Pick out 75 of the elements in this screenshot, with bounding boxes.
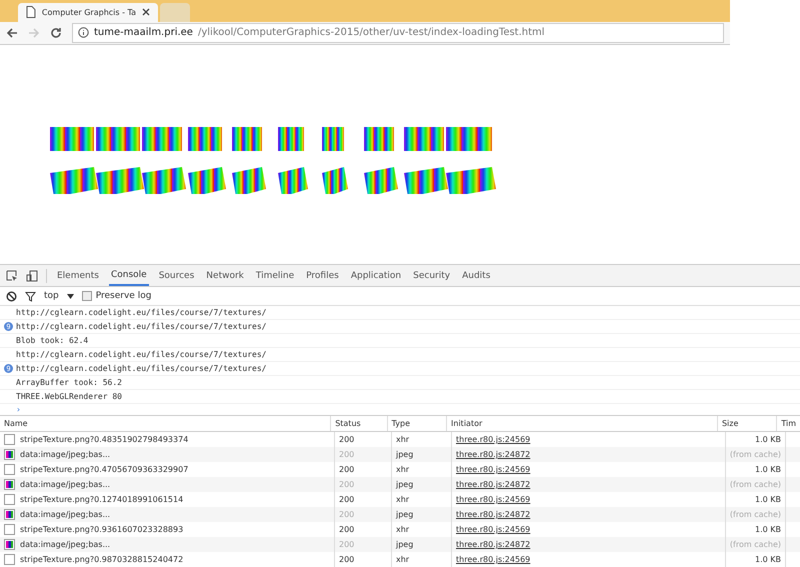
- table-cell: stripeTexture.png?0.48351902798493374: [20, 435, 188, 444]
- inspect-icon[interactable]: [6, 270, 18, 282]
- initiator-link[interactable]: three.r80.js:24569: [456, 435, 530, 444]
- console-message: http://cglearn.codelight.eu/files/course/7/textures/: [16, 322, 266, 332]
- file-icon: [4, 524, 15, 536]
- devtools-tab[interactable]: Timeline: [254, 266, 296, 285]
- table-cell: jpeg: [392, 477, 452, 492]
- table-cell: data:image/jpeg;bas...: [20, 540, 110, 550]
- column-header[interactable]: Size: [718, 416, 778, 432]
- initiator-link[interactable]: three.r80.js:24569: [456, 495, 530, 504]
- initiator-link[interactable]: three.r80.js:24872: [456, 450, 530, 460]
- table-cell: jpeg: [392, 507, 452, 522]
- table-cell: 200: [335, 477, 392, 492]
- table-cell: xhr: [392, 552, 452, 567]
- devtools-tab[interactable]: Security: [411, 266, 452, 285]
- table-cell: stripeTexture.png?0.47056709363329907: [20, 465, 188, 474]
- column-header[interactable]: Type: [388, 416, 448, 432]
- table-cell: data:image/jpeg;bas...: [20, 480, 110, 490]
- devtools-tab[interactable]: Sources: [156, 266, 196, 285]
- table-cell: 1.0 KB: [726, 552, 786, 567]
- close-icon[interactable]: [142, 8, 150, 16]
- devtools-tab[interactable]: Profiles: [304, 266, 341, 285]
- column-header[interactable]: Name: [0, 416, 332, 432]
- table-cell: 200: [335, 552, 392, 567]
- console-message: Blob took: 62.4: [16, 336, 88, 346]
- table-cell: 200: [335, 507, 392, 522]
- table-cell: stripeTexture.png?0.9361607023328893: [20, 525, 184, 534]
- table-cell: 200: [335, 537, 392, 552]
- reload-icon[interactable]: [50, 26, 62, 39]
- table-cell: stripeTexture.png?0.9870328815240472: [20, 555, 184, 564]
- file-icon: [4, 464, 15, 476]
- table-cell: (from cache): [726, 447, 786, 462]
- initiator-link[interactable]: three.r80.js:24872: [456, 510, 530, 520]
- column-header[interactable]: Status: [331, 416, 388, 432]
- back-icon[interactable]: [6, 26, 18, 39]
- console-prompt[interactable]: ›: [16, 405, 21, 414]
- table-cell: jpeg: [392, 447, 452, 462]
- console-message: http://cglearn.codelight.eu/files/course/7/textures/: [16, 308, 266, 318]
- browser-tab[interactable]: Computer Graphcis - Ta: [18, 2, 158, 22]
- initiator-link[interactable]: three.r80.js:24872: [456, 540, 530, 550]
- info-icon: [78, 27, 89, 38]
- devtools-tab[interactable]: Elements: [55, 266, 101, 285]
- devtools-tab[interactable]: Application: [348, 266, 404, 285]
- table-cell: data:image/jpeg;bas...: [20, 510, 110, 520]
- table-cell: data:image/jpeg;bas...: [20, 450, 110, 460]
- table-cell: (from cache): [726, 537, 786, 552]
- console-message: THREE.WebGLRenderer 80: [16, 392, 122, 402]
- file-icon: [4, 494, 15, 506]
- column-header[interactable]: Initiator: [447, 416, 718, 432]
- file-icon: [4, 434, 15, 446]
- table-cell: (from cache): [726, 477, 786, 492]
- table-cell: stripeTexture.png?0.1274018991061514: [20, 495, 184, 504]
- page-icon: [26, 6, 36, 18]
- table-cell: (from cache): [726, 507, 786, 522]
- devtools-tab[interactable]: Console: [108, 266, 149, 286]
- checkbox[interactable]: [82, 291, 92, 302]
- filter-icon[interactable]: [25, 290, 36, 302]
- initiator-link[interactable]: three.r80.js:24569: [456, 555, 530, 564]
- device-icon[interactable]: [26, 270, 38, 282]
- console-message: ArrayBuffer took: 56.2: [16, 378, 122, 388]
- console-message: http://cglearn.codelight.eu/files/course/7/textures/: [16, 364, 266, 374]
- checkbox-label: Preserve log: [96, 291, 152, 302]
- context-selector[interactable]: top: [44, 291, 59, 302]
- devtools-tab[interactable]: Network: [204, 266, 246, 285]
- table-cell: jpeg: [392, 537, 452, 552]
- column-header[interactable]: Tim: [777, 416, 800, 432]
- initiator-link[interactable]: three.r80.js:24569: [456, 465, 530, 474]
- caret-icon[interactable]: [66, 294, 74, 299]
- console-message: http://cglearn.codelight.eu/files/course/7/textures/: [16, 350, 266, 360]
- table-cell: 200: [335, 447, 392, 462]
- clear-icon[interactable]: [6, 290, 17, 302]
- initiator-link[interactable]: three.r80.js:24569: [456, 525, 530, 534]
- devtools-tab[interactable]: Audits: [460, 266, 492, 285]
- initiator-link[interactable]: three.r80.js:24872: [456, 480, 530, 490]
- address-bar[interactable]: tume-maailm.pri.ee /ylikool/ComputerGraphics-2015/other/uv-test/index-loadingTest.html: [72, 22, 724, 43]
